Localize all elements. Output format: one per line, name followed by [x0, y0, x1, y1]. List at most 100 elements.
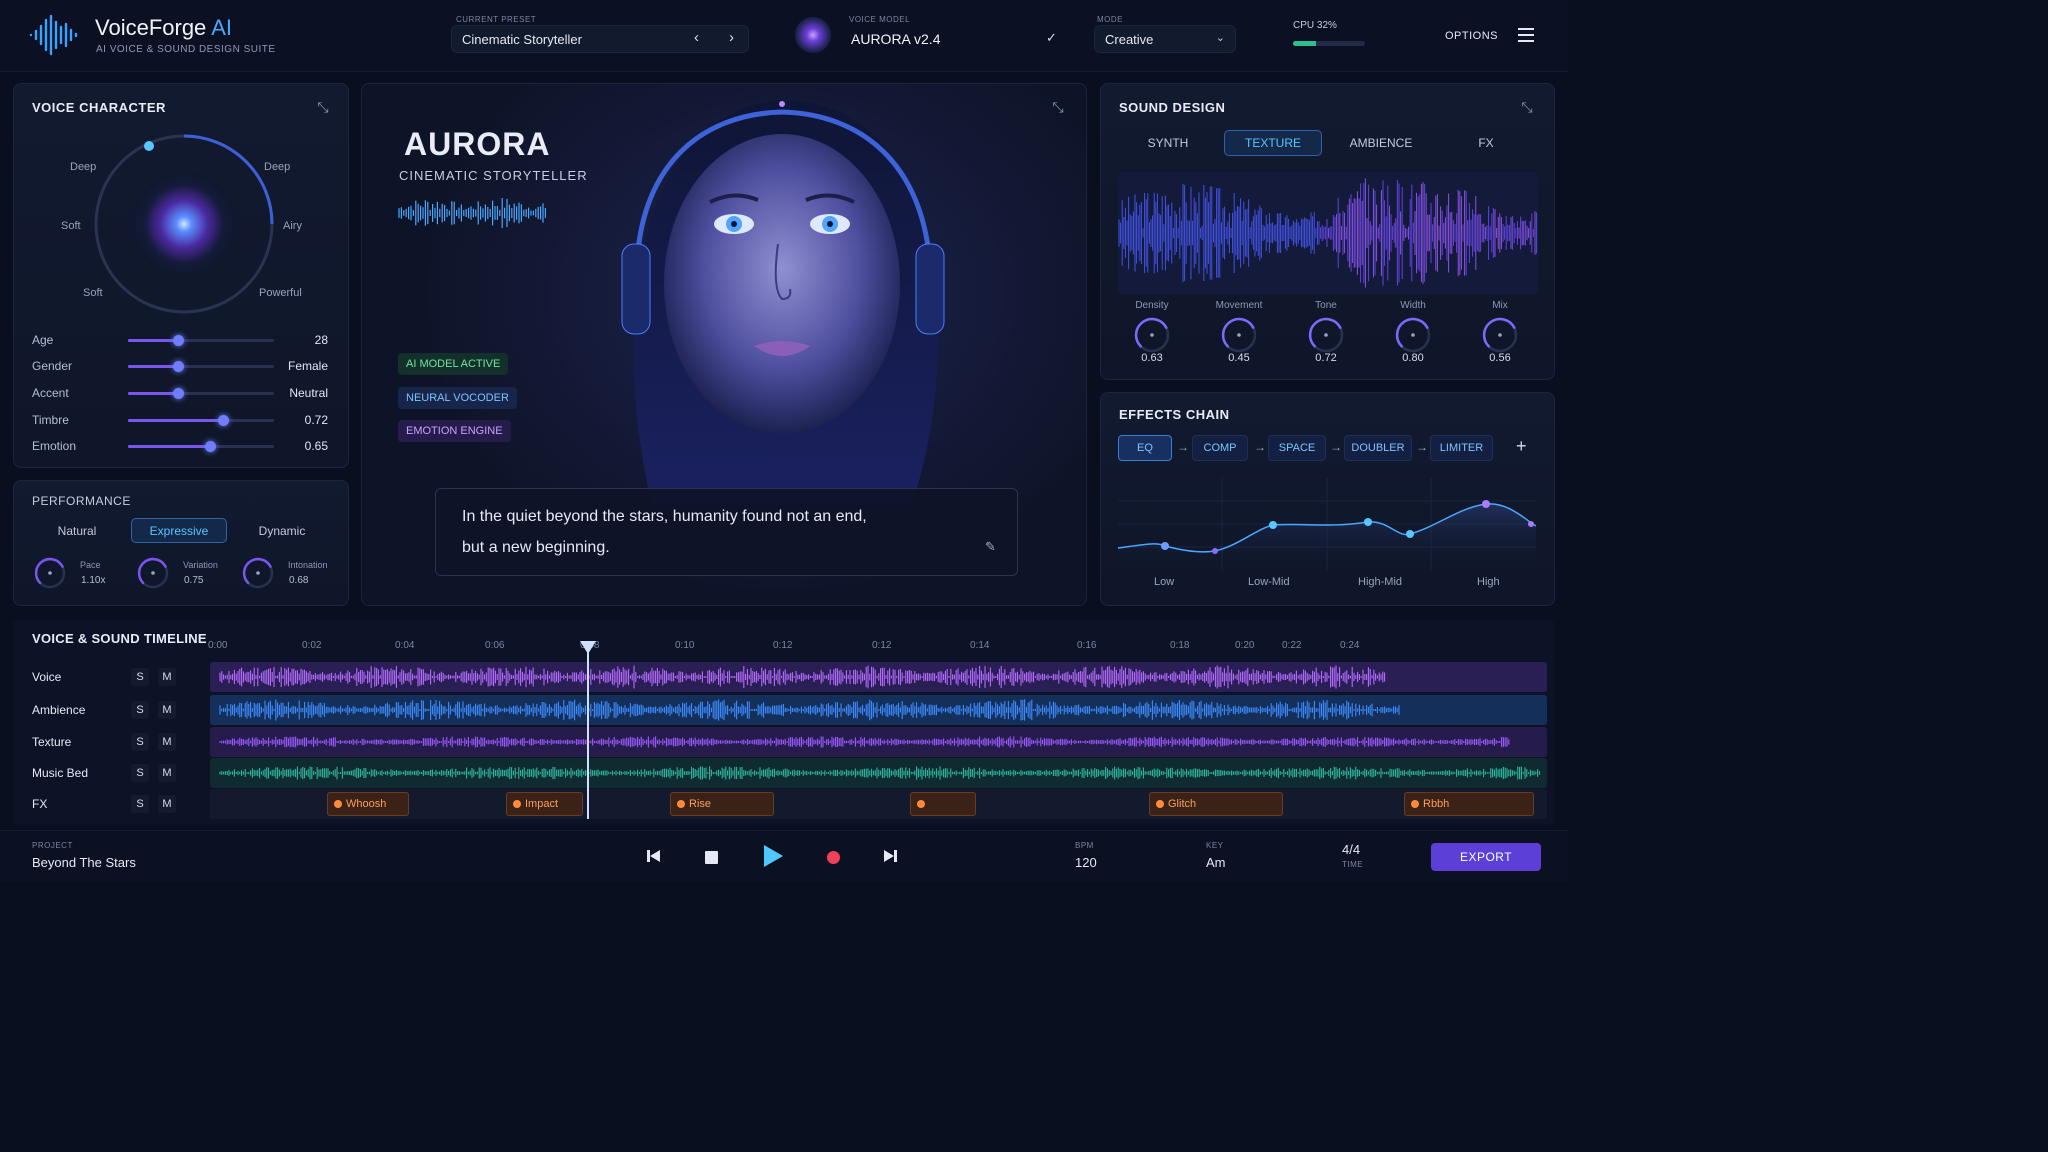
add-effect-button[interactable]: +	[1516, 436, 1527, 457]
knob-variation[interactable]	[136, 556, 170, 590]
knob-tone[interactable]	[1307, 316, 1345, 354]
time-signature[interactable]: 4/4	[1342, 842, 1360, 857]
expand-icon[interactable]: ⤡	[1049, 98, 1067, 116]
fx-clip[interactable]: Glitch	[1149, 792, 1283, 816]
effect-limiter[interactable]: LIMITER	[1430, 435, 1493, 461]
performance-mode-natural[interactable]: Natural	[39, 519, 115, 543]
knob-width[interactable]	[1394, 316, 1432, 354]
slider-accent[interactable]: Accent Neutral	[32, 383, 332, 403]
tab-texture[interactable]: TEXTURE	[1224, 130, 1322, 156]
options-button[interactable]: OPTIONS	[1445, 30, 1498, 42]
script-text-box[interactable]: In the quiet beyond the stars, humanity …	[435, 488, 1018, 576]
expand-icon[interactable]: ⤡	[314, 98, 332, 116]
mute-button[interactable]: M	[158, 668, 176, 686]
slider-track[interactable]	[128, 335, 274, 346]
solo-button[interactable]: S	[131, 668, 149, 686]
slider-track[interactable]	[128, 361, 274, 372]
play-icon[interactable]	[764, 845, 783, 867]
knob-density[interactable]	[1133, 316, 1171, 354]
preset-selector[interactable]: Cinematic Storyteller	[451, 25, 749, 53]
playhead-handle[interactable]	[580, 641, 596, 654]
slider-age[interactable]: Age 28	[32, 330, 332, 350]
knob-label: Movement	[1215, 300, 1263, 311]
slider-track[interactable]	[128, 415, 274, 426]
preset-next-button[interactable]: ›	[729, 29, 734, 46]
slider-track[interactable]	[128, 388, 274, 399]
eq-curve-display[interactable]	[1118, 478, 1536, 570]
knob-intonation[interactable]	[241, 556, 275, 590]
fx-clip[interactable]: Impact	[506, 792, 583, 816]
skip-back-icon[interactable]	[647, 849, 661, 863]
performance-mode-expressive[interactable]: Expressive	[131, 518, 227, 543]
tab-ambience[interactable]: AMBIENCE	[1335, 130, 1427, 156]
edit-pencil-icon[interactable]: ✎	[985, 539, 996, 555]
performance-mode-dynamic[interactable]: Dynamic	[244, 519, 320, 543]
track-lane[interactable]	[210, 695, 1547, 725]
playhead[interactable]	[587, 643, 589, 819]
track-label-voice: Voice	[32, 670, 62, 684]
solo-button[interactable]: S	[131, 795, 149, 813]
slider-emotion[interactable]: Emotion 0.65	[32, 436, 332, 456]
track-lane[interactable]	[210, 758, 1547, 788]
knob-dial	[1395, 317, 1431, 353]
fx-clip[interactable]: Whoosh	[327, 792, 409, 816]
track-lane[interactable]	[210, 727, 1547, 757]
mute-button[interactable]: M	[158, 795, 176, 813]
fx-clip[interactable]	[910, 792, 976, 816]
mode-value: Creative	[1105, 31, 1154, 47]
tab-fx[interactable]: FX	[1441, 130, 1531, 156]
badge-emotion-engine: EMOTION ENGINE	[398, 420, 511, 442]
slider-gender[interactable]: Gender Female	[32, 356, 332, 376]
effect-doubler[interactable]: DOUBLER	[1344, 435, 1412, 461]
effect-eq[interactable]: EQ	[1118, 435, 1172, 461]
solo-button[interactable]: S	[131, 733, 149, 751]
bpm-value[interactable]: 120	[1075, 855, 1097, 870]
knob-pace[interactable]	[33, 556, 67, 590]
cpu-meter	[1293, 41, 1365, 46]
knob-dial	[242, 557, 274, 589]
slider-timbre[interactable]: Timbre 0.72	[32, 410, 332, 430]
slider-thumb[interactable]	[172, 388, 184, 399]
effect-space[interactable]: SPACE	[1268, 435, 1326, 461]
knob-label: Intonation	[288, 560, 328, 570]
export-button[interactable]: EXPORT	[1431, 843, 1541, 871]
fx-clip-label: Glitch	[1168, 798, 1197, 810]
knob-mix[interactable]	[1481, 316, 1519, 354]
mute-button[interactable]: M	[158, 701, 176, 719]
tab-synth[interactable]: SYNTH	[1123, 130, 1213, 156]
preset-prev-button[interactable]: ‹	[694, 29, 699, 46]
voice-character-wheel[interactable]	[92, 132, 276, 316]
expand-icon[interactable]: ⤡	[1518, 98, 1536, 116]
solo-button[interactable]: S	[131, 701, 149, 719]
solo-button[interactable]: S	[131, 764, 149, 782]
slider-track[interactable]	[128, 441, 274, 452]
model-expand-icon[interactable]: ✓	[1046, 30, 1057, 46]
fx-clip-label: Rise	[689, 798, 712, 810]
mode-label: MODE	[1097, 15, 1123, 24]
project-label: PROJECT	[32, 841, 73, 850]
stop-icon[interactable]	[705, 851, 718, 864]
timeline-tick: 0:12	[773, 640, 793, 651]
mute-button[interactable]: M	[158, 764, 176, 782]
slider-thumb[interactable]	[217, 415, 229, 426]
track-lane[interactable]	[210, 662, 1547, 692]
effect-comp[interactable]: COMP	[1192, 435, 1248, 461]
skip-forward-icon[interactable]	[884, 849, 898, 863]
slider-label: Emotion	[32, 439, 77, 453]
record-icon[interactable]	[827, 851, 840, 864]
knob-movement[interactable]	[1220, 316, 1258, 354]
wheel-label-bottom-left: Soft	[83, 287, 103, 299]
slider-thumb[interactable]	[172, 335, 184, 346]
slider-label: Gender	[32, 359, 73, 373]
mode-selector[interactable]: Creative ⌄	[1094, 25, 1236, 53]
fx-clip[interactable]: Rise	[670, 792, 774, 816]
fx-clip-icon	[513, 800, 521, 808]
slider-thumb[interactable]	[172, 361, 184, 372]
fx-clip[interactable]: Rbbh	[1404, 792, 1534, 816]
hamburger-menu-icon[interactable]	[1518, 28, 1534, 42]
slider-thumb[interactable]	[204, 441, 216, 452]
key-value[interactable]: Am	[1206, 855, 1226, 870]
track-lane[interactable]	[210, 789, 1547, 819]
track-waveform	[219, 665, 1386, 689]
mute-button[interactable]: M	[158, 733, 176, 751]
